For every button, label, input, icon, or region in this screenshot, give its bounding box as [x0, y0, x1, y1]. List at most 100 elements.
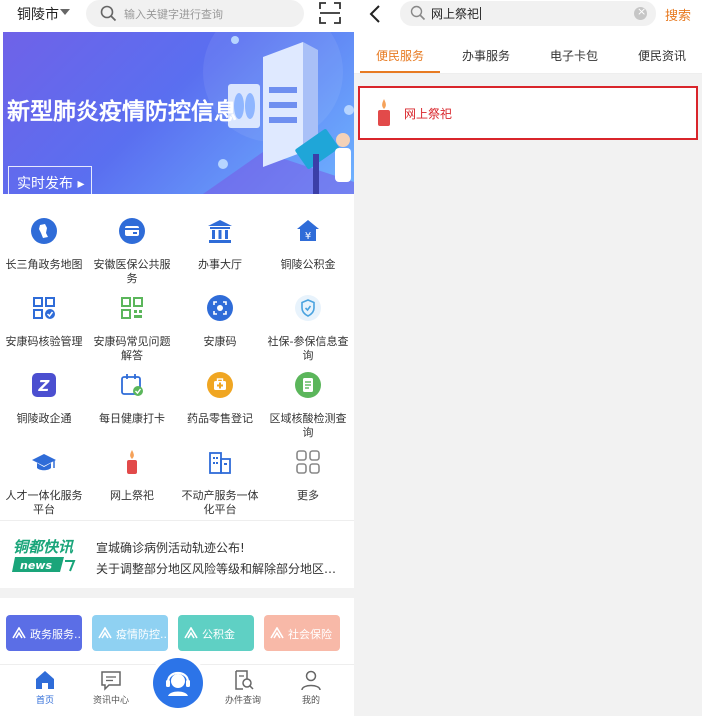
test-report-icon [295, 372, 321, 398]
search-icon [100, 5, 117, 22]
medical-card-icon [119, 218, 145, 244]
qr-faq-icon [121, 297, 143, 319]
city-selector[interactable]: 铜陵市 [17, 4, 59, 24]
service-qr-verify[interactable]: 安康码核验管理 [0, 295, 88, 371]
qr-verify-icon [33, 297, 55, 319]
banner-live-button[interactable]: 实时发布 ▸ [8, 166, 92, 194]
tab-mine[interactable]: 我的 [276, 669, 346, 706]
service-label: 人才一体化服务平台 [5, 489, 83, 516]
card-epidemic[interactable]: 疫情防控... [92, 615, 171, 651]
tab-label: 办件查询 [224, 696, 261, 706]
brand-mark-icon [184, 627, 198, 639]
epidemic-banner[interactable]: 新型肺炎疫情防控信息 实时发布 ▸ [3, 32, 354, 194]
brand-mark-icon [12, 627, 26, 639]
service-more[interactable]: 更多 [264, 449, 352, 525]
service-real-estate[interactable]: 不动产服务一体化平台 [176, 449, 264, 525]
shield-icon [295, 295, 321, 321]
service-label: 每日健康打卡 [99, 412, 165, 425]
home-icon [36, 671, 54, 689]
service-label: 网上祭祀 [110, 489, 154, 502]
search-button[interactable]: 搜索 [665, 5, 691, 24]
card-gov-service[interactable]: 政务服务... [6, 615, 85, 651]
scan-icon[interactable] [319, 2, 341, 24]
service-qr-faq[interactable]: 安康码常见问题解答 [88, 295, 176, 371]
customer-service-icon [166, 671, 190, 696]
service-health-checkin[interactable]: 每日健康打卡 [88, 372, 176, 448]
service-label: 药品零售登记 [187, 412, 253, 425]
message-icon [101, 671, 121, 691]
tab-affairs-services[interactable]: 办事服务 [442, 47, 530, 64]
service-label: 安康码 [203, 335, 237, 348]
tab-case-query[interactable]: 办件查询 [208, 669, 278, 706]
card-label: 公积金 [202, 628, 235, 641]
card-label: 社会保险 [288, 628, 332, 641]
news-ticker[interactable]: 铜都快讯 news 宣城确诊病例活动轨迹公布! 关于调整部分地区风险等级和解除部… [0, 522, 354, 588]
service-label: 更多 [297, 489, 319, 502]
tab-convenience-services[interactable]: 便民服务 [356, 47, 444, 64]
tab-label: 资讯中心 [92, 696, 129, 706]
home-search-input[interactable]: 输入关键字进行查询 [86, 0, 304, 27]
service-label: 铜陵公积金 [280, 258, 336, 271]
more-grid-icon [296, 450, 320, 474]
service-online-memorial[interactable]: 网上祭祀 [88, 449, 176, 525]
result-label: 网上祭祀 [404, 107, 453, 121]
tab-e-card-wallet[interactable]: 电子卡包 [530, 47, 618, 64]
user-icon [301, 670, 321, 691]
category-cards: 政务服务... 疫情防控... 公积金 社会保险 [0, 612, 354, 654]
brand-mark-icon [270, 627, 284, 639]
back-arrow-icon[interactable] [368, 4, 382, 24]
service-anhui-medical[interactable]: 安徽医保公共服务 [88, 218, 176, 294]
service-health-code[interactable]: 安康码 [176, 295, 264, 371]
search-results-screen: 网上祭祀 × 搜索 便民服务 办事服务 电子卡包 便民资讯 网上祭祀 [354, 0, 702, 716]
card-label: 政务服务... [30, 628, 85, 641]
service-social-security[interactable]: 社保-参保信息查询 [264, 295, 352, 371]
tab-label: 首页 [35, 696, 54, 706]
tab-home[interactable]: 首页 [10, 669, 80, 706]
svg-text:news: news [20, 559, 52, 572]
news-headline[interactable]: 关于调整部分地区风险等级和解除部分地区管... [96, 560, 346, 577]
search-value: 网上祭祀 [431, 5, 482, 22]
svg-text:铜都快讯: 铜都快讯 [13, 538, 74, 556]
service-medicine-retail[interactable]: 药品零售登记 [176, 372, 264, 448]
service-label: 区域核酸检测查询 [269, 412, 347, 439]
service-label: 办事大厅 [198, 258, 242, 271]
caret-down-icon[interactable] [60, 9, 70, 15]
government-hall-icon [208, 220, 232, 243]
card-label: 疫情防控... [116, 628, 171, 641]
tab-convenience-info[interactable]: 便民资讯 [618, 47, 702, 64]
search-doc-icon [235, 670, 254, 690]
assistant-button[interactable] [153, 658, 203, 708]
candle-icon [378, 99, 390, 126]
service-label: 安康码核验管理 [5, 335, 83, 348]
search-header: 网上祭祀 × 搜索 便民服务 办事服务 电子卡包 便民资讯 [354, 0, 702, 74]
calendar-check-icon [121, 374, 143, 396]
service-yangtze-map[interactable]: 长三角政务地图 [0, 218, 88, 294]
section-separator [0, 588, 354, 598]
news-headline[interactable]: 宣城确诊病例活动轨迹公布! [96, 539, 245, 556]
service-enterprise[interactable]: Z 铜陵政企通 [0, 372, 88, 448]
card-housing-fund[interactable]: 公积金 [178, 615, 254, 651]
graduation-cap-icon [32, 454, 56, 471]
service-nucleic-test[interactable]: 区域核酸检测查询 [264, 372, 352, 448]
search-icon [410, 5, 426, 21]
card-social-insurance[interactable]: 社会保险 [264, 615, 340, 651]
service-housing-fund[interactable]: ¥ 铜陵公积金 [264, 218, 352, 294]
service-label: 不动产服务一体化平台 [181, 489, 259, 516]
service-talent-platform[interactable]: 人才一体化服务平台 [0, 449, 88, 525]
search-result-item[interactable]: 网上祭祀 [358, 86, 698, 140]
service-label: 安康码常见问题解答 [93, 335, 171, 362]
divider [0, 520, 354, 521]
tab-news-center[interactable]: 资讯中心 [76, 669, 146, 706]
search-placeholder: 输入关键字进行查询 [124, 8, 223, 21]
clear-icon[interactable]: × [634, 5, 647, 20]
search-input[interactable]: 网上祭祀 × [400, 1, 656, 26]
building-icon [209, 452, 231, 474]
medicine-kit-icon [207, 372, 233, 398]
service-gov-hall[interactable]: 办事大厅 [176, 218, 264, 294]
service-label: 社保-参保信息查询 [267, 335, 349, 362]
service-label: 长三角政务地图 [5, 258, 83, 271]
svg-text:¥: ¥ [305, 231, 311, 242]
health-code-icon [207, 295, 233, 321]
active-tab-indicator [360, 71, 440, 73]
close-icon: × [637, 5, 647, 18]
